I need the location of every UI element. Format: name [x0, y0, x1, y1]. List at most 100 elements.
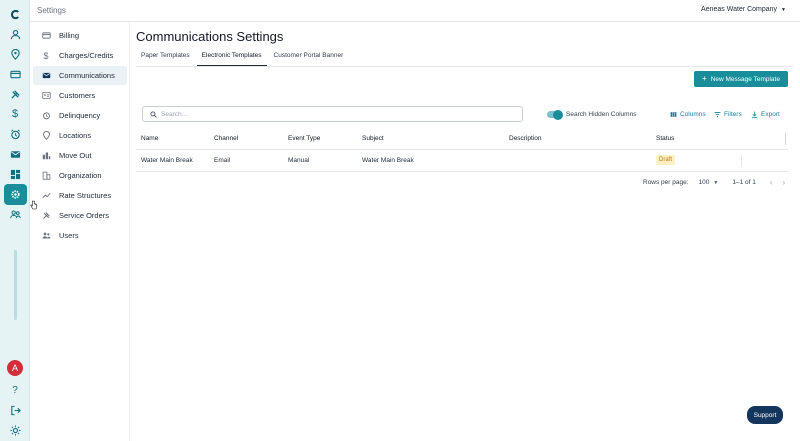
table-row[interactable]: Water Main Break Email Manual Water Main…: [136, 150, 788, 172]
new-message-template-label: New Message Template: [710, 75, 780, 83]
menu-item-label: Service Orders: [59, 211, 110, 220]
columns-icon: [670, 112, 677, 117]
support-button[interactable]: Support: [747, 406, 783, 424]
row-divider: [741, 155, 742, 167]
menu-item-label: Rate Structures: [59, 191, 112, 200]
columns-label: Columns: [680, 111, 706, 118]
cell-channel: Email: [214, 157, 231, 164]
status-badge: Draft: [656, 155, 676, 165]
logout-icon[interactable]: [5, 400, 25, 420]
page-range: 1–1 of 1: [732, 179, 756, 186]
new-message-template-button[interactable]: + New Message Template: [694, 71, 788, 87]
export-label: Export: [761, 111, 780, 118]
tab-customer-portal-banner[interactable]: Customer Portal Banner: [269, 50, 349, 66]
breadcrumb: Settings: [37, 6, 66, 15]
company-name: Aeneas Water Company: [701, 6, 778, 13]
people-icon: [41, 231, 51, 241]
alarm-icon[interactable]: [5, 124, 25, 144]
templates-table: Name Channel Event Type Subject Descript…: [136, 128, 788, 172]
company-selector[interactable]: Aeneas Water Company ▼: [701, 6, 786, 13]
column-header-subject[interactable]: Subject: [362, 135, 384, 142]
tools-icon: [41, 211, 51, 221]
search-input[interactable]: [161, 110, 511, 118]
menu-item-service-orders[interactable]: Service Orders: [33, 206, 127, 225]
rail-scrollbar[interactable]: [14, 250, 17, 320]
column-header-status[interactable]: Status: [656, 135, 674, 142]
menu-item-communications[interactable]: Communications: [33, 66, 127, 85]
chevron-left-icon[interactable]: ‹: [770, 178, 773, 187]
export-button[interactable]: Export: [751, 111, 780, 118]
location-icon[interactable]: [5, 44, 25, 64]
menu-item-label: Locations: [59, 131, 92, 140]
cell-name: Water Main Break: [141, 157, 193, 164]
avatar[interactable]: A: [7, 360, 23, 376]
search-icon: [150, 110, 157, 118]
building-icon: [41, 171, 51, 181]
mail-icon: [41, 71, 51, 81]
columns-button[interactable]: Columns: [670, 111, 706, 118]
menu-item-charges-credits[interactable]: $ Charges/Credits: [33, 46, 127, 65]
mail-icon[interactable]: [5, 144, 25, 164]
move-out-icon: [41, 151, 51, 161]
top-bar: Settings Aeneas Water Company ▼: [30, 0, 800, 22]
menu-item-label: Organization: [59, 171, 102, 180]
chevron-down-icon: ▼: [781, 6, 786, 13]
filters-label: Filters: [724, 111, 742, 118]
menu-item-users[interactable]: Users: [33, 226, 127, 245]
filter-icon: [714, 112, 721, 117]
menu-item-customers[interactable]: Customers: [33, 86, 127, 105]
dashboard-icon[interactable]: [5, 164, 25, 184]
dollar-icon[interactable]: $: [5, 104, 25, 124]
cell-event-type: Manual: [288, 157, 310, 164]
cell-subject: Water Main Break: [362, 157, 414, 164]
menu-item-delinquency[interactable]: Delinquency: [33, 106, 127, 125]
menu-item-label: Billing: [59, 31, 80, 40]
avatar-letter: A: [11, 363, 18, 373]
rows-per-page-select[interactable]: 100: [699, 179, 710, 186]
sun-icon[interactable]: [5, 420, 25, 440]
settings-menu: Billing $ Charges/Credits Communications…: [30, 22, 130, 441]
filters-button[interactable]: Filters: [714, 111, 742, 118]
page-title: Communications Settings: [136, 29, 284, 44]
search-field[interactable]: [142, 106, 523, 122]
toggle-knob: [553, 109, 563, 120]
menu-item-label: Communications: [59, 71, 115, 80]
location-icon: [41, 131, 51, 141]
menu-item-move-out[interactable]: Move Out: [33, 146, 127, 165]
people-icon[interactable]: [5, 204, 25, 224]
menu-item-label: Customers: [59, 91, 96, 100]
tools-icon[interactable]: [5, 84, 25, 104]
menu-item-organization[interactable]: Organization: [33, 166, 127, 185]
column-header-event-type[interactable]: Event Type: [288, 135, 320, 142]
pagination: Rows per page: 100 ▼ 1–1 of 1 ‹ ›: [643, 178, 785, 187]
column-header-name[interactable]: Name: [141, 135, 158, 142]
menu-item-label: Move Out: [59, 151, 92, 160]
pointer-cursor-icon: [30, 200, 38, 210]
chevron-down-icon[interactable]: ▼: [713, 180, 718, 186]
customer-card-icon: [41, 91, 51, 101]
column-header-channel[interactable]: Channel: [214, 135, 238, 142]
plus-icon: +: [702, 74, 707, 83]
chevron-right-icon[interactable]: ›: [783, 178, 786, 187]
person-icon[interactable]: [5, 24, 25, 44]
alarm-icon: [41, 111, 51, 121]
card-icon: [41, 31, 51, 41]
download-icon: [751, 111, 758, 118]
column-resize-handle[interactable]: [785, 133, 786, 145]
tab-bar: Paper Templates Electronic Templates Cus…: [136, 50, 350, 66]
dollar-icon: $: [43, 50, 49, 61]
menu-item-label: Charges/Credits: [59, 51, 114, 60]
menu-item-label: Delinquency: [59, 111, 101, 120]
column-header-description[interactable]: Description: [509, 135, 542, 142]
card-icon[interactable]: [5, 64, 25, 84]
tab-paper-templates[interactable]: Paper Templates: [136, 50, 195, 66]
logo-icon[interactable]: [5, 4, 25, 24]
search-hidden-columns-toggle[interactable]: [547, 109, 563, 120]
help-icon[interactable]: ?: [5, 380, 25, 400]
settings-icon[interactable]: [4, 184, 27, 205]
menu-item-rate-structures[interactable]: Rate Structures: [33, 186, 127, 205]
trend-icon: [41, 191, 51, 201]
menu-item-locations[interactable]: Locations: [33, 126, 127, 145]
tab-electronic-templates[interactable]: Electronic Templates: [196, 50, 267, 66]
menu-item-billing[interactable]: Billing: [33, 26, 127, 45]
